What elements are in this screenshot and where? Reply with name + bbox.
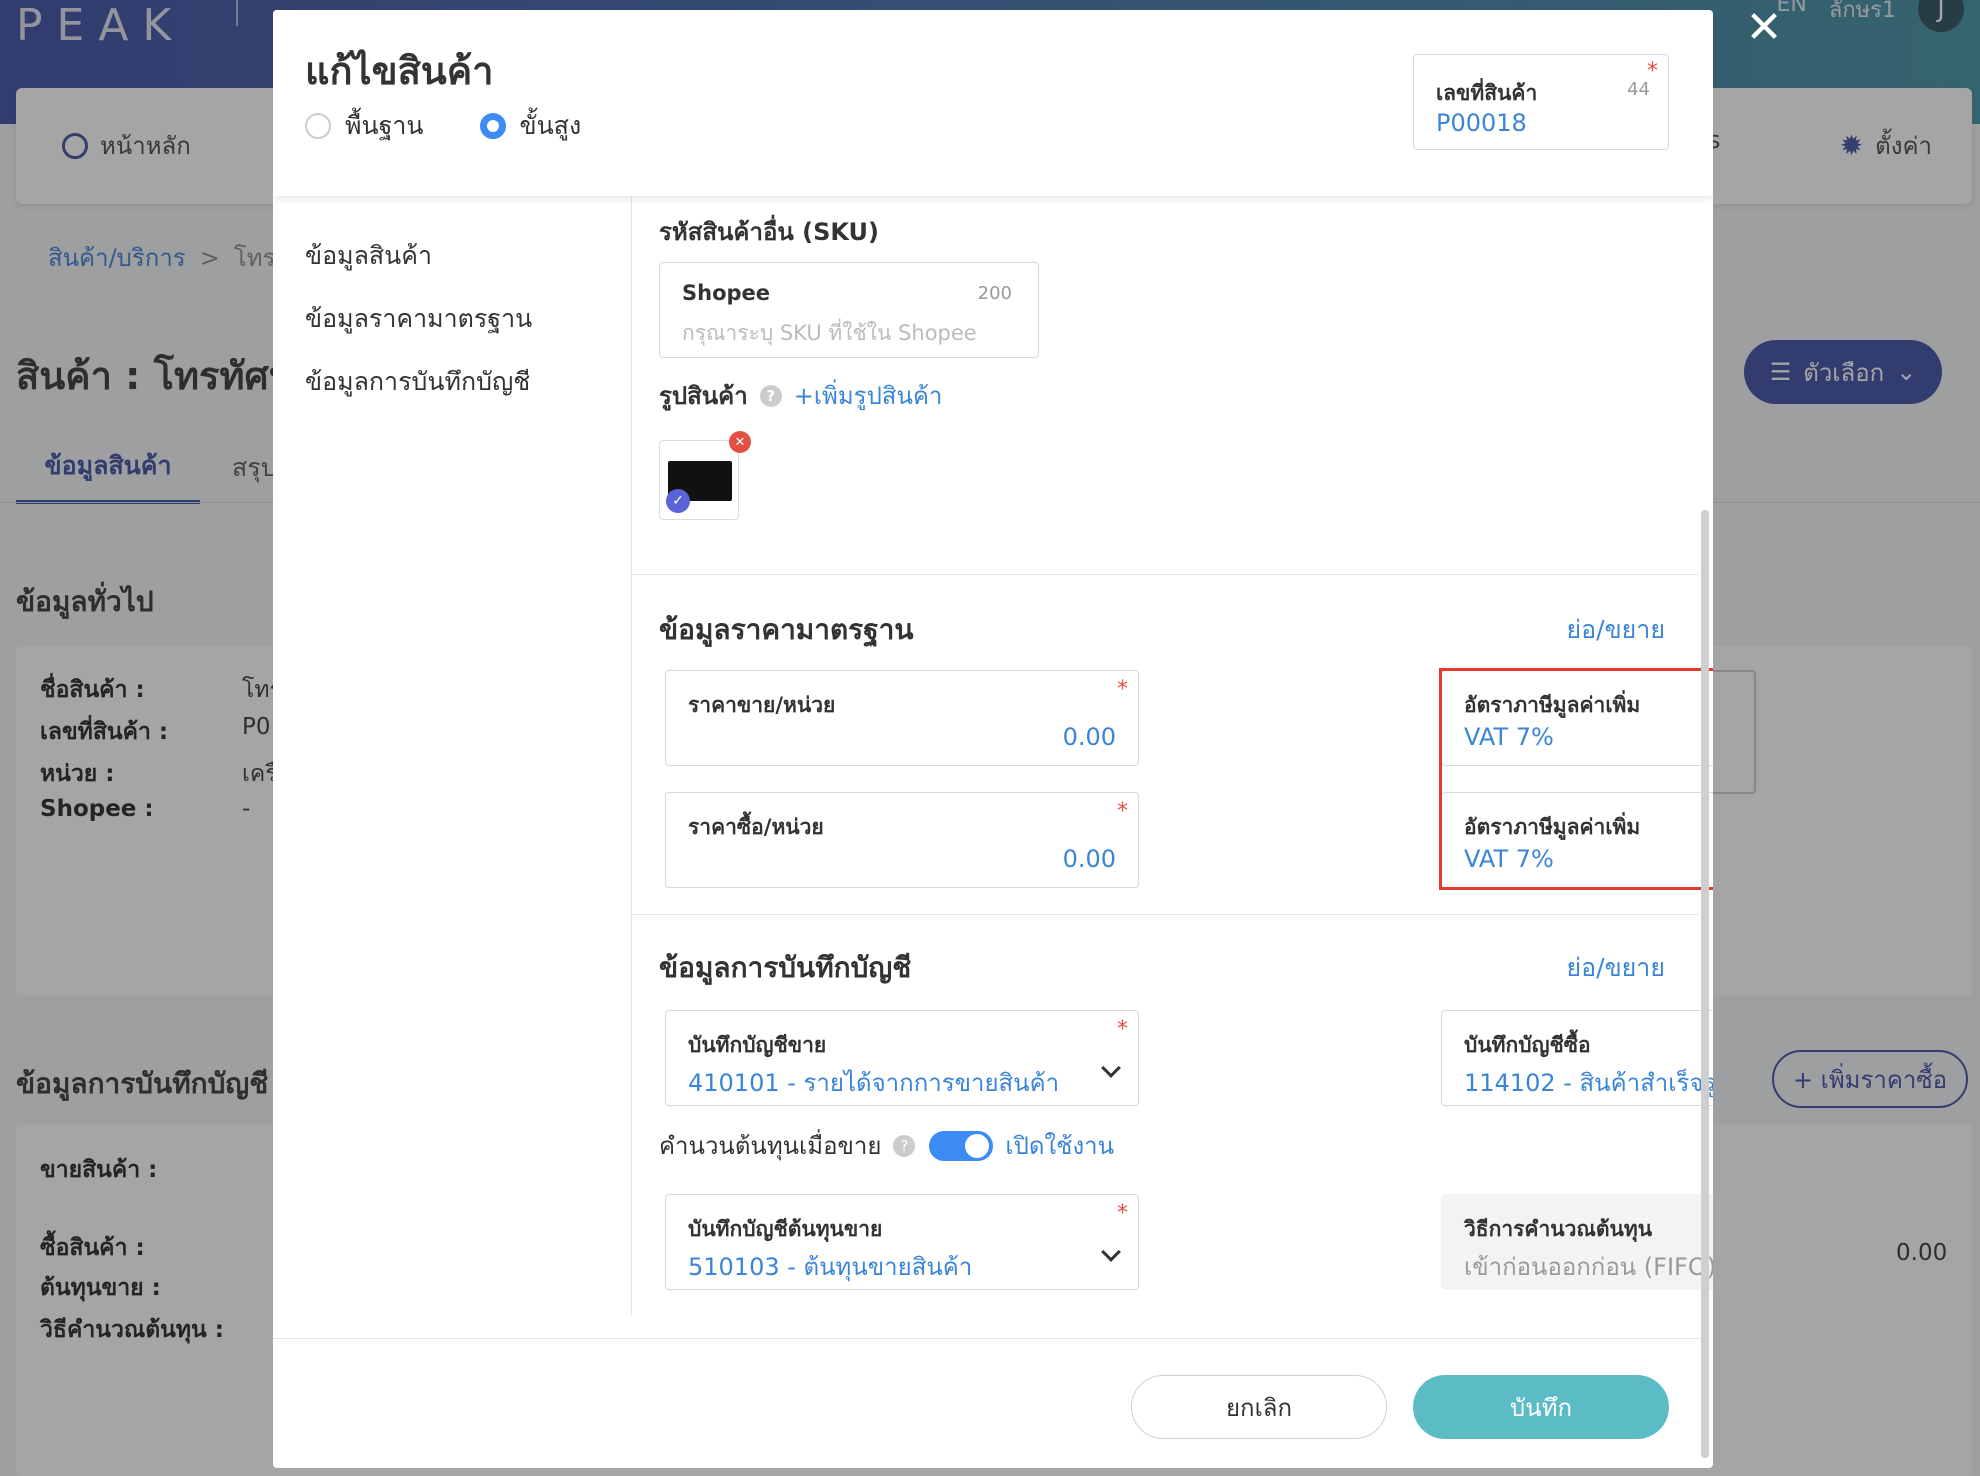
help-icon[interactable]: ?: [759, 384, 782, 407]
side-divider: [631, 196, 632, 1316]
buy-account-label: บันทึกบัญชีซื้อ: [1464, 1033, 1591, 1057]
cost-toggle-state: เปิดใช้งาน: [1005, 1132, 1115, 1160]
cost-method-label: วิธีการคำนวณต้นทุน: [1464, 1217, 1653, 1241]
pricing-title: ข้อมูลราคามาตรฐาน: [659, 613, 914, 646]
product-number-field[interactable]: เลขที่สินค้า 44 * P00018: [1413, 54, 1669, 150]
mode-advanced-label: ขั้นสูง: [519, 111, 582, 140]
help-icon[interactable]: ?: [893, 1134, 916, 1157]
sell-account-value: 410101 - รายได้จากการขายสินค้า: [688, 1069, 1060, 1097]
side-menu: ข้อมูลสินค้า ข้อมูลราคามาตรฐาน ข้อมูลการ…: [305, 236, 532, 425]
cost-toggle-switch[interactable]: [929, 1130, 994, 1161]
side-item-accounting[interactable]: ข้อมูลการบันทึกบัญชี: [305, 362, 532, 402]
modal-footer: ยกเลิก บันทึก: [273, 1338, 1701, 1468]
edit-product-modal: แก้ไขสินค้า พื้นฐาน ขั้นสูง เลขที่สินค้า…: [273, 10, 1713, 1468]
cost-account-select[interactable]: บันทึกบัญชีต้นทุนขาย * 510103 - ต้นทุนขา…: [665, 1194, 1139, 1290]
sku-title: รหัสสินค้าอื่น (SKU): [659, 218, 880, 246]
accounting-collapse-link[interactable]: ย่อ/ขยาย: [1566, 948, 1665, 988]
sell-price-input[interactable]: ราคาขาย/หน่วย * 0.00: [665, 670, 1139, 766]
pricing-collapse-link[interactable]: ย่อ/ขยาย: [1566, 610, 1665, 650]
mode-basic-label: พื้นฐาน: [345, 111, 424, 140]
check-icon: ✓: [666, 489, 690, 513]
remove-image-icon[interactable]: ✕: [729, 431, 751, 453]
side-item-product-info[interactable]: ข้อมูลสินค้า: [305, 236, 532, 276]
product-images-header: รูปสินค้า ? +เพิ่มรูปสินค้า: [659, 376, 942, 415]
mode-advanced-radio[interactable]: ขั้นสูง: [479, 106, 582, 146]
sku-shopee-label: Shopee: [682, 281, 771, 305]
buy-account-value: 114102 - สินค้าสำเร็จรูป: [1464, 1069, 1713, 1097]
accounting-title: ข้อมูลการบันทึกบัญชี: [659, 951, 912, 984]
save-button[interactable]: บันทึก: [1413, 1375, 1669, 1439]
modal-scrollbar[interactable]: [1701, 510, 1709, 1458]
cost-account-value: 510103 - ต้นทุนขายสินค้า: [688, 1253, 973, 1281]
cost-account-label: บันทึกบัญชีต้นทุนขาย: [688, 1217, 883, 1241]
toggle-knob: [965, 1133, 990, 1158]
product-number-value: P00018: [1436, 109, 1527, 137]
vat-highlight-box: [1439, 668, 1713, 890]
mode-radio-group: พื้นฐาน ขั้นสูง: [305, 106, 581, 146]
chevron-down-icon: [1101, 1058, 1121, 1078]
close-icon[interactable]: ✕: [1744, 6, 1784, 50]
section-divider: [633, 574, 1699, 575]
cost-method-value: เข้าก่อนออกก่อน (FIFO): [1464, 1253, 1713, 1281]
buy-account-select[interactable]: บันทึกบัญชีซื้อ * 114102 - สินค้าสำเร็จร…: [1441, 1010, 1713, 1106]
sku-shopee-input[interactable]: Shopee 200 กรุณาระบุ SKU ที่ใช้ใน Shopee: [659, 262, 1039, 358]
radio-checked-icon: [479, 113, 506, 139]
cost-method-select[interactable]: วิธีการคำนวณต้นทุน เข้าก่อนออกก่อน (FIFO…: [1441, 1194, 1713, 1290]
cancel-button[interactable]: ยกเลิก: [1131, 1375, 1387, 1439]
sell-price-label: ราคาขาย/หน่วย: [688, 693, 836, 717]
cost-toggle-label: คำนวนต้นทุนเมื่อขาย: [659, 1132, 882, 1160]
side-item-standard-price[interactable]: ข้อมูลราคามาตรฐาน: [305, 299, 532, 339]
modal-header: แก้ไขสินค้า พื้นฐาน ขั้นสูง เลขที่สินค้า…: [273, 10, 1713, 196]
required-mark: *: [1117, 799, 1128, 824]
required-mark: *: [1647, 59, 1658, 84]
buy-price-label: ราคาซื้อ/หน่วย: [688, 815, 824, 839]
buy-price-input[interactable]: ราคาซื้อ/หน่วย * 0.00: [665, 792, 1139, 888]
add-image-link[interactable]: +เพิ่มรูปสินค้า: [794, 376, 943, 415]
sku-shopee-placeholder: กรุณาระบุ SKU ที่ใช้ใน Shopee: [682, 321, 977, 345]
sell-price-value: 0.00: [1062, 723, 1116, 751]
required-mark: *: [1117, 677, 1128, 702]
modal-title: แก้ไขสินค้า: [305, 49, 494, 93]
product-number-label: เลขที่สินค้า: [1436, 81, 1538, 105]
required-mark: *: [1117, 1201, 1128, 1226]
sell-account-label: บันทึกบัญชีขาย: [688, 1033, 827, 1057]
product-images-title: รูปสินค้า: [659, 382, 748, 410]
chevron-down-icon: [1101, 1242, 1121, 1262]
required-mark: *: [1117, 1017, 1128, 1042]
sku-shopee-count: 200: [977, 283, 1012, 304]
buy-price-value: 0.00: [1062, 845, 1116, 873]
cost-toggle-row: คำนวนต้นทุนเมื่อขาย ? เปิดใช้งาน: [659, 1126, 1114, 1165]
sell-account-select[interactable]: บันทึกบัญชีขาย * 410101 - รายได้จากการขา…: [665, 1010, 1139, 1106]
radio-unchecked-icon: [305, 113, 331, 139]
mode-basic-radio[interactable]: พื้นฐาน: [305, 106, 424, 146]
section-divider: [633, 914, 1699, 915]
product-image-thumb[interactable]: ✓ ✕: [659, 431, 751, 520]
